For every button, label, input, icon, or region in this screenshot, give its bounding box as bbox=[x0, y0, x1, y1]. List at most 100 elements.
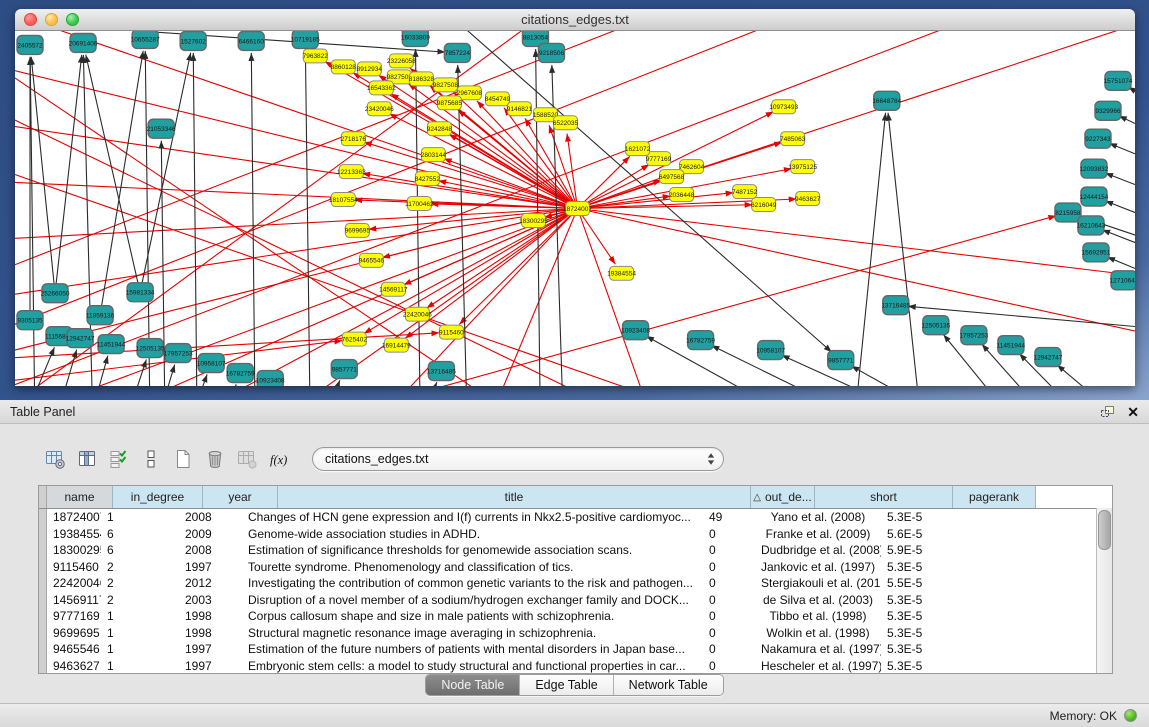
cell-year: 2008 bbox=[179, 509, 242, 526]
cell-name: 9115460 bbox=[47, 559, 101, 576]
float-panel-icon[interactable] bbox=[1100, 405, 1115, 418]
table-row[interactable]: 1456911722003Disruption of a novel membe… bbox=[39, 592, 1112, 609]
column-header-pagerank[interactable]: pagerank bbox=[953, 486, 1036, 508]
table-row[interactable]: 969969511998Structural magnetic resonanc… bbox=[39, 625, 1112, 642]
network-node-label: 16648784 bbox=[872, 98, 901, 105]
table-row[interactable]: 1872400712008Changes of HCN gene express… bbox=[39, 509, 1112, 526]
row-options-icon[interactable] bbox=[138, 445, 164, 473]
network-edge bbox=[427, 209, 578, 309]
network-window-titlebar[interactable]: citations_edges.txt bbox=[15, 9, 1135, 31]
table-row[interactable]: 946362711997Embryonic stem cells: a mode… bbox=[39, 658, 1112, 675]
network-canvas-svg: 1872400779638228860128891293423226058982… bbox=[15, 31, 1135, 386]
network-edge bbox=[1109, 143, 1135, 170]
network-node-label: 9857771 bbox=[332, 366, 358, 373]
tab-node-table[interactable]: Node Table bbox=[426, 675, 520, 695]
cell-pagerank: 5.9E-5 bbox=[881, 542, 952, 559]
cell-short: Dudbridge et al. (2008) bbox=[755, 542, 881, 559]
cell-short: Franke et al. (2009) bbox=[755, 526, 881, 543]
network-select-value: citations_edges.txt bbox=[325, 452, 707, 466]
network-node-label: 15751074 bbox=[1104, 78, 1133, 85]
table-row[interactable]: 1830029562008Estimation of significance … bbox=[39, 542, 1112, 559]
network-edge bbox=[1105, 201, 1135, 229]
cell-in_degree: 2 bbox=[101, 592, 179, 609]
close-window-button[interactable] bbox=[24, 13, 37, 26]
network-node-label: 13716485 bbox=[427, 368, 456, 375]
close-panel-icon[interactable]: ✕ bbox=[1127, 405, 1139, 419]
network-node-label: 9329966 bbox=[1095, 108, 1121, 115]
network-node-label: 18300295 bbox=[519, 218, 548, 225]
table-row[interactable]: 1938455462009Genome-wide association stu… bbox=[39, 526, 1112, 543]
network-node-label: 9857771 bbox=[828, 357, 854, 364]
cell-year: 2012 bbox=[179, 575, 242, 592]
table-vertical-scrollbar[interactable] bbox=[1096, 508, 1112, 673]
network-edge bbox=[30, 57, 35, 386]
row-header bbox=[39, 559, 47, 576]
cell-pagerank: 5.3E-5 bbox=[881, 641, 952, 658]
network-node-label: 9218506 bbox=[539, 50, 565, 57]
tab-edge-table[interactable]: Edge Table bbox=[520, 675, 613, 695]
cell-year: 1998 bbox=[179, 625, 242, 642]
network-node-label: 11700462 bbox=[405, 201, 434, 208]
network-node-label: 13716485 bbox=[881, 303, 910, 310]
row-header bbox=[39, 625, 47, 642]
network-edge bbox=[1057, 365, 1134, 386]
network-node-label: 6216049 bbox=[751, 202, 777, 209]
new-document-icon[interactable] bbox=[170, 445, 196, 473]
network-node-label: 10923408 bbox=[621, 327, 650, 334]
show-columns-icon[interactable] bbox=[74, 445, 100, 473]
network-node-label: 2036448 bbox=[669, 192, 695, 199]
cell-year: 1998 bbox=[179, 608, 242, 625]
column-header-short[interactable]: short bbox=[815, 486, 953, 508]
delete-table-icon[interactable] bbox=[202, 445, 228, 473]
network-node-label: 16033809 bbox=[401, 34, 430, 41]
cell-out_degree: 0 bbox=[703, 559, 755, 576]
table-settings-icon[interactable] bbox=[42, 445, 68, 473]
table-row[interactable]: 2242004622012Investigating the contribut… bbox=[39, 575, 1112, 592]
scrollbar-thumb[interactable] bbox=[1098, 510, 1111, 550]
table-row[interactable]: 977716911998Corpus callosum shape and si… bbox=[39, 608, 1112, 625]
tab-network-table[interactable]: Network Table bbox=[614, 675, 723, 695]
cell-in_degree: 2 bbox=[101, 575, 179, 592]
function-builder-icon[interactable]: f(x) bbox=[266, 445, 292, 473]
network-node-label: 9242848 bbox=[427, 126, 453, 133]
import-table-disabled-icon[interactable] bbox=[234, 445, 260, 473]
network-node-label: 14569117 bbox=[379, 287, 408, 294]
cell-name: 22420046 bbox=[47, 575, 101, 592]
network-edge bbox=[444, 159, 578, 209]
cell-out_degree: 0 bbox=[703, 641, 755, 658]
cell-title: Embryonic stem cells: a model to study s… bbox=[242, 658, 703, 675]
cell-out_degree: 0 bbox=[703, 592, 755, 609]
network-select-dropdown[interactable]: citations_edges.txt bbox=[312, 447, 724, 471]
minimize-window-button[interactable] bbox=[45, 13, 58, 26]
network-edge bbox=[86, 55, 140, 293]
network-canvas[interactable]: 1872400779638228860128891293423226058982… bbox=[15, 31, 1135, 386]
column-header-in_degree[interactable]: in_degree bbox=[113, 486, 203, 508]
network-edge bbox=[578, 209, 656, 387]
select-all-icon[interactable] bbox=[106, 445, 132, 473]
memory-status-indicator-icon[interactable] bbox=[1124, 709, 1137, 722]
network-node-label: 12942747 bbox=[1033, 354, 1062, 361]
cell-title: Corpus callosum shape and size in male p… bbox=[242, 608, 703, 625]
cell-in_degree: 1 bbox=[101, 641, 179, 658]
network-node-label: 2718176 bbox=[341, 136, 367, 143]
zoom-window-button[interactable] bbox=[66, 13, 79, 26]
cell-name: 9777169 bbox=[47, 608, 101, 625]
network-edge bbox=[193, 53, 197, 386]
cell-short: Yano et al. (2008) bbox=[755, 509, 881, 526]
cell-in_degree: 1 bbox=[101, 658, 179, 675]
table-row[interactable]: 946554611997Estimation of the future num… bbox=[39, 641, 1112, 658]
cell-short: Tibbo et al. (1998) bbox=[755, 608, 881, 625]
cell-year: 2008 bbox=[179, 542, 242, 559]
network-edge bbox=[364, 209, 578, 334]
table-row[interactable]: 911546021997Tourette syndrome. Phenomeno… bbox=[39, 559, 1112, 576]
cell-short: Hescheler et al. (1997) bbox=[755, 658, 881, 675]
column-header-out_degree[interactable]: △out_de... bbox=[751, 486, 815, 508]
network-node-label: 15981334 bbox=[126, 290, 155, 297]
column-header-name[interactable]: name bbox=[47, 486, 113, 508]
column-header-year[interactable]: year bbox=[203, 486, 278, 508]
network-node-label: 18107554 bbox=[329, 197, 358, 204]
cell-pagerank: 5.3E-5 bbox=[881, 658, 952, 675]
dropdown-arrows-icon bbox=[707, 452, 715, 466]
cell-out_degree: 0 bbox=[703, 575, 755, 592]
column-header-title[interactable]: title bbox=[278, 486, 751, 508]
